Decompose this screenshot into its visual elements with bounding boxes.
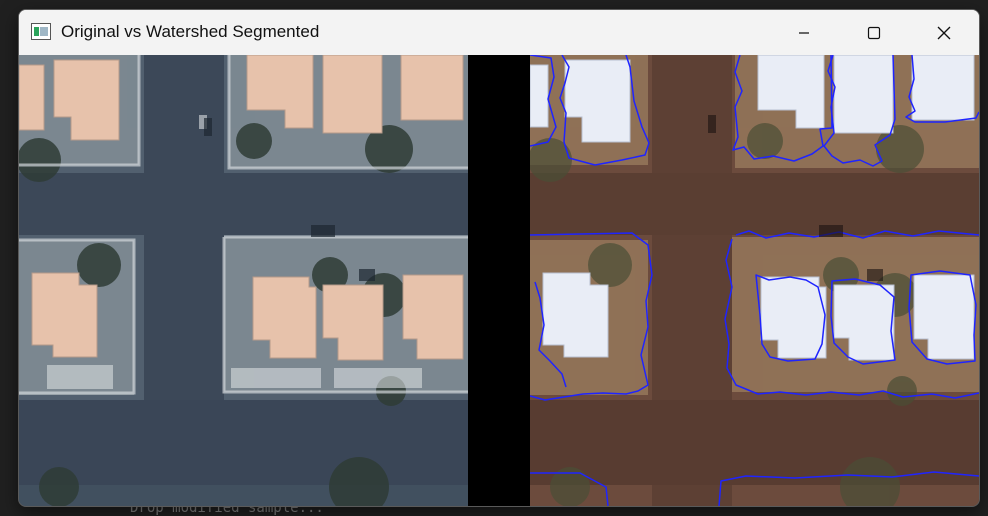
minimize-icon [799, 31, 809, 34]
image-window: Original vs Watershed Segmented [18, 9, 980, 507]
maximize-button[interactable] [839, 10, 909, 55]
image-separator [468, 55, 530, 506]
minimize-button[interactable] [769, 10, 839, 55]
app-window-icon [31, 23, 51, 40]
original-image [19, 55, 468, 506]
segmented-aerial-image [530, 55, 979, 506]
close-icon [937, 26, 951, 39]
close-button[interactable] [909, 10, 979, 55]
maximize-icon [867, 26, 881, 39]
window-title: Original vs Watershed Segmented [61, 22, 320, 41]
image-canvas [19, 55, 979, 506]
original-aerial-image [19, 55, 468, 506]
title-bar[interactable]: Original vs Watershed Segmented [19, 10, 979, 55]
watershed-segmented-image [530, 55, 979, 506]
